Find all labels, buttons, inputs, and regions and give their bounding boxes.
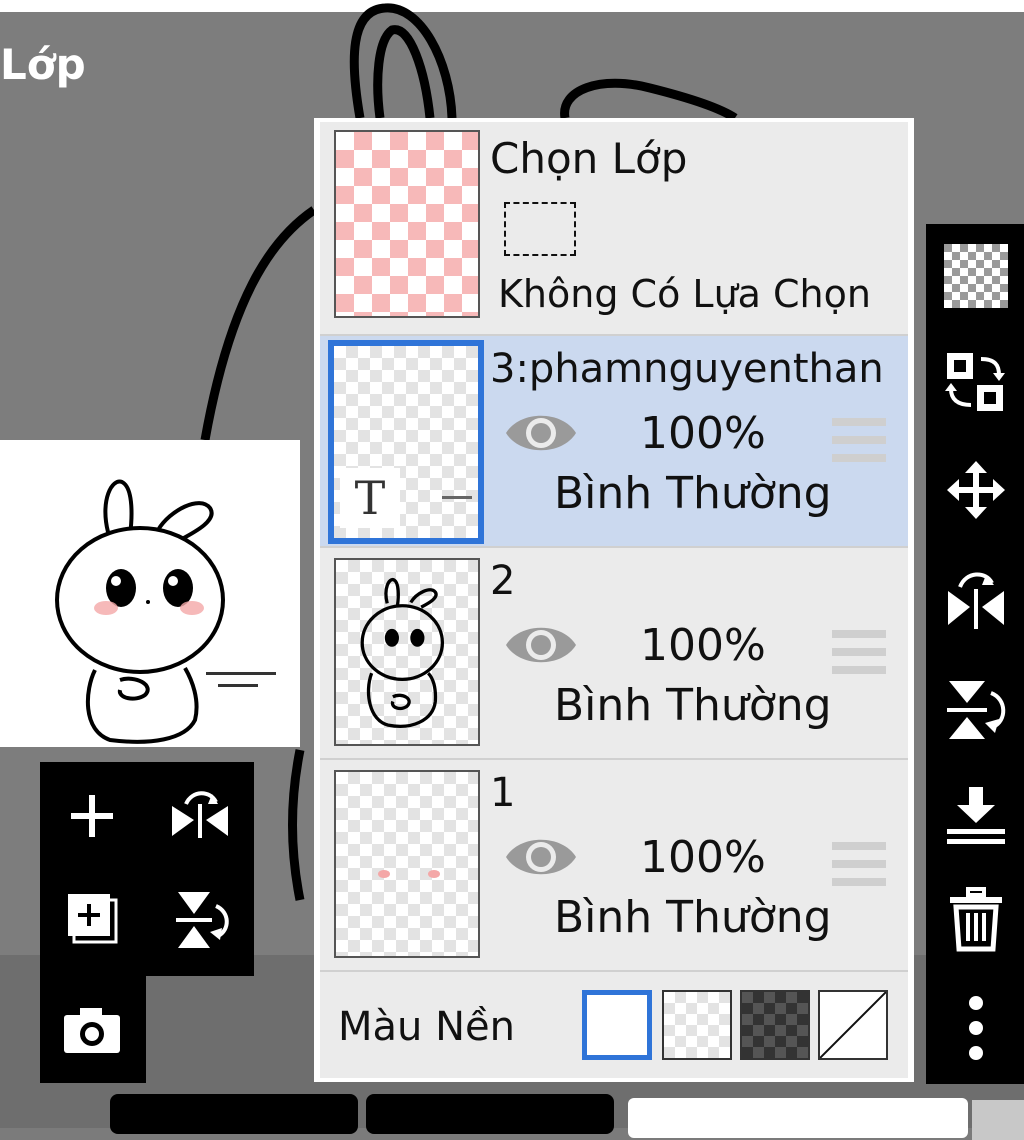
eye-icon[interactable] [504,408,578,458]
text-preview-mark [442,496,472,499]
layer-row-1[interactable]: 1 100% Bình Thường [320,760,908,972]
camera-button[interactable] [52,990,132,1070]
selection-status: Không Có Lựa Chọn [498,272,871,316]
layer-thumbnail [334,558,480,746]
background-color-row: Màu Nền [320,974,908,1078]
background-white-swatch[interactable] [582,990,652,1060]
blush-mark [378,870,390,878]
move-layer-button[interactable] [936,450,1016,530]
layer-row-2[interactable]: 2 100% Bình Thường [320,548,908,760]
drag-handle-icon[interactable] [832,418,886,472]
merge-down-button[interactable] [936,776,1016,856]
blend-mode-selector[interactable] [628,1098,968,1138]
flip-horizontal-button[interactable] [160,776,240,856]
layer-thumbnail: T [328,340,484,544]
selection-layer-title: Chọn Lớp [490,134,688,183]
layer-opacity[interactable]: 100% [640,620,766,671]
trash-icon [950,887,1002,952]
bunny-drawing [55,479,276,744]
diagonal-line-icon [819,991,887,1059]
background-none-swatch[interactable] [818,990,888,1060]
text-layer-icon: T [340,468,400,528]
drag-handle-icon[interactable] [832,630,886,684]
layer-blend-mode[interactable]: Bình Thường [554,468,832,519]
left-toolbar-lower [40,976,146,1083]
selection-layer-thumbnail [334,130,480,318]
layer-blend-mode[interactable]: Bình Thường [554,892,832,943]
selection-marquee-icon [504,202,576,256]
transparency-icon [944,244,1008,308]
layer-panel: Chọn Lớp Không Có Lựa Chọn T 3:phamnguye… [314,118,914,1082]
bunny-thumbnail [360,578,445,728]
eye-icon[interactable] [504,620,578,670]
eye-icon[interactable] [504,832,578,882]
flip-vertical-icon [176,892,229,948]
layer-row-3[interactable]: T 3:phamnguyenthan 100% Bình Thường [320,336,908,548]
layer-name: 2 [490,558,516,604]
copy-layer-button[interactable] [52,880,132,960]
left-toolbar [40,762,254,976]
layer-thumbnail [334,770,480,958]
flip-horizontal-icon [948,572,1004,629]
canvas-preview [0,440,300,747]
background-dark-checker-swatch[interactable] [740,990,810,1060]
flip-horizontal-icon [172,791,228,838]
flip-vertical-button-right[interactable] [936,670,1016,750]
layer-opacity[interactable]: 100% [640,832,766,883]
layer-name: 3:phamnguyenthan [490,346,884,392]
selection-layer-row[interactable]: Chọn Lớp Không Có Lựa Chọn [320,122,908,336]
swap-layers-icon [945,353,1005,411]
right-toolbar [926,224,1024,1084]
background-color-label: Màu Nền [338,1004,515,1050]
layer-opacity[interactable]: 100% [640,408,766,459]
layer-panel-body: Chọn Lớp Không Có Lựa Chọn T 3:phamnguye… [320,122,908,1078]
copy-layer-icon [68,894,118,944]
add-layer-icon [71,795,113,837]
transparency-lock-button[interactable] [936,236,1016,316]
more-options-icon [969,996,983,1060]
drag-handle-icon[interactable] [832,842,886,896]
flip-vertical-button[interactable] [160,880,240,960]
more-options-button[interactable] [936,988,1016,1068]
flip-horizontal-button-right[interactable] [936,560,1016,640]
swap-layers-button[interactable] [936,342,1016,422]
bottom-gray-control[interactable] [972,1100,1024,1140]
add-layer-button[interactable] [52,776,132,856]
delete-layer-button[interactable] [936,880,1016,960]
layer-blend-mode[interactable]: Bình Thường [554,680,832,731]
flip-vertical-icon [947,681,1006,739]
blush-mark [428,870,440,878]
camera-icon [64,1008,120,1053]
screen-title: Lớp [0,40,86,89]
merge-down-icon [947,787,1005,844]
move-icon [947,461,1005,519]
bottom-tool-button-1[interactable] [110,1094,358,1134]
background-transparent-swatch[interactable] [662,990,732,1060]
layer-name: 1 [490,770,516,816]
bottom-tool-button-2[interactable] [366,1094,614,1134]
